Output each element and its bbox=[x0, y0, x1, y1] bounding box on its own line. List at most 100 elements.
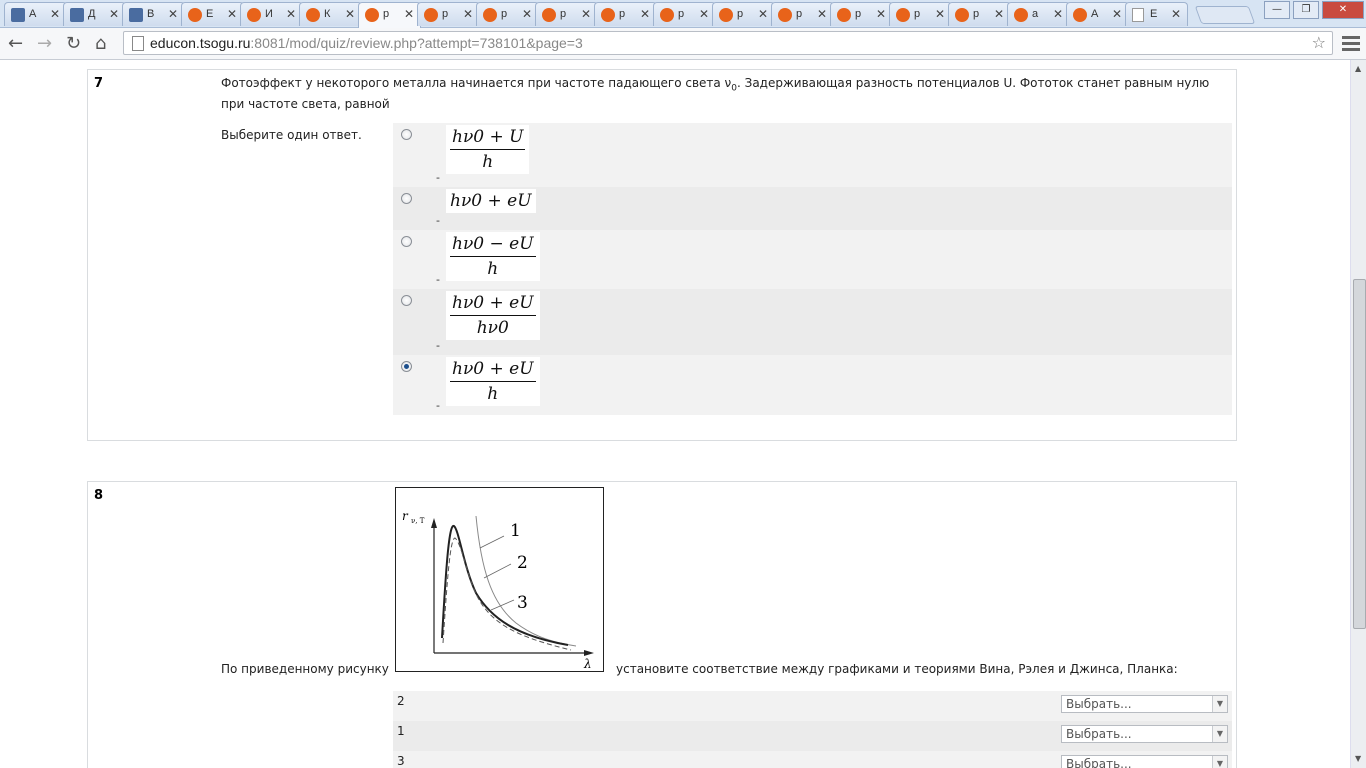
tab-close-icon[interactable]: ✕ bbox=[699, 7, 709, 21]
tab-label: И bbox=[265, 8, 273, 20]
browser-tab[interactable]: Д ✕ bbox=[63, 2, 126, 26]
tab-close-icon[interactable]: ✕ bbox=[168, 7, 178, 21]
tab-close-icon[interactable]: ✕ bbox=[345, 7, 355, 21]
browser-tab[interactable]: р ✕ bbox=[830, 2, 893, 26]
formula-denominator: h bbox=[487, 259, 499, 279]
tab-label: Е bbox=[1150, 8, 1158, 20]
tab-label: р bbox=[855, 8, 862, 20]
formula-denominator: h bbox=[482, 152, 494, 172]
browser-tab[interactable]: К ✕ bbox=[299, 2, 362, 26]
radiation-curves-figure: r ν, T λ 1 2 3 bbox=[395, 487, 604, 672]
tab-close-icon[interactable]: ✕ bbox=[876, 7, 886, 21]
browser-tab[interactable]: р ✕ bbox=[358, 2, 421, 28]
new-tab-button[interactable] bbox=[1194, 6, 1256, 24]
browser-tab[interactable]: р ✕ bbox=[535, 2, 598, 26]
answer-formula: hν0 + eU bbox=[446, 189, 536, 213]
forward-icon[interactable]: → bbox=[37, 33, 52, 54]
browser-tab[interactable]: Е ✕ bbox=[1125, 2, 1188, 26]
browser-tab[interactable]: В ✕ bbox=[122, 2, 185, 26]
chevron-down-icon[interactable]: ▼ bbox=[1212, 726, 1227, 742]
question-8: 8 По приведенному рисунку r ν, T λ 1 2 3 bbox=[87, 481, 1237, 768]
tab-favicon-icon bbox=[837, 8, 851, 22]
browser-tab[interactable]: р ✕ bbox=[653, 2, 716, 26]
y-axis-label-sub: ν, T bbox=[411, 517, 425, 525]
tab-close-icon[interactable]: ✕ bbox=[817, 7, 827, 21]
curve-3 bbox=[442, 537, 572, 651]
tab-close-icon[interactable]: ✕ bbox=[463, 7, 473, 21]
browser-tab[interactable]: И ✕ bbox=[240, 2, 303, 26]
match-select[interactable]: Выбрать... ▼ bbox=[1061, 755, 1228, 768]
tab-close-icon[interactable]: ✕ bbox=[286, 7, 296, 21]
chevron-down-icon[interactable]: ▼ bbox=[1212, 696, 1227, 712]
scroll-up-icon[interactable]: ▲ bbox=[1355, 64, 1361, 73]
browser-tab[interactable]: р ✕ bbox=[417, 2, 480, 26]
answer-radio[interactable] bbox=[401, 361, 412, 372]
tab-label: р bbox=[796, 8, 803, 20]
answer-option[interactable]: - hν0 + eU h bbox=[393, 355, 1232, 415]
tab-close-icon[interactable]: ✕ bbox=[109, 7, 119, 21]
reload-icon[interactable]: ↻ bbox=[66, 33, 81, 54]
tab-close-icon[interactable]: ✕ bbox=[581, 7, 591, 21]
tab-favicon-icon bbox=[719, 8, 733, 22]
tab-close-icon[interactable]: ✕ bbox=[1112, 7, 1122, 21]
tab-close-icon[interactable]: ✕ bbox=[1053, 7, 1063, 21]
browser-tab[interactable]: а ✕ bbox=[1007, 2, 1070, 26]
tab-close-icon[interactable]: ✕ bbox=[758, 7, 768, 21]
question-7: 7 Фотоэффект у некоторого металла начина… bbox=[87, 69, 1237, 441]
match-select[interactable]: Выбрать... ▼ bbox=[1061, 695, 1228, 713]
tab-close-icon[interactable]: ✕ bbox=[640, 7, 650, 21]
answer-marker: - bbox=[436, 214, 440, 227]
tab-favicon-icon bbox=[1014, 8, 1028, 22]
formula-numerator: hν0 + U bbox=[450, 127, 526, 150]
address-bar[interactable]: educon.tsogu.ru:8081/mod/quiz/review.php… bbox=[123, 31, 1333, 55]
tab-close-icon[interactable]: ✕ bbox=[50, 7, 60, 21]
answer-option[interactable]: - hν0 − eU h bbox=[393, 230, 1232, 289]
browser-tab[interactable]: р ✕ bbox=[712, 2, 775, 26]
answer-radio[interactable] bbox=[401, 129, 412, 140]
answer-marker: - bbox=[436, 171, 440, 184]
match-label: 1 bbox=[397, 724, 405, 738]
browser-tab[interactable]: р ✕ bbox=[771, 2, 834, 26]
maximize-button[interactable]: ❐ bbox=[1293, 1, 1319, 19]
question-text-after: установите соответствие между графиками … bbox=[616, 662, 1178, 676]
browser-tab[interactable]: р ✕ bbox=[948, 2, 1011, 26]
match-select[interactable]: Выбрать... ▼ bbox=[1061, 725, 1228, 743]
minimize-button[interactable]: — bbox=[1264, 1, 1290, 19]
browser-tab[interactable]: А ✕ bbox=[4, 2, 67, 26]
vertical-scrollbar[interactable]: ▲ ▼ bbox=[1350, 60, 1366, 768]
tab-label: р bbox=[442, 8, 449, 20]
answer-option[interactable]: - hν0 + eU hν0 bbox=[393, 289, 1232, 355]
answer-option[interactable]: - hν0 + Uh bbox=[393, 123, 1232, 187]
browser-tab[interactable]: А ✕ bbox=[1066, 2, 1129, 26]
tab-close-icon[interactable]: ✕ bbox=[227, 7, 237, 21]
menu-icon[interactable] bbox=[1342, 33, 1360, 54]
question-number: 7 bbox=[94, 76, 104, 91]
tab-close-icon[interactable]: ✕ bbox=[935, 7, 945, 21]
chevron-down-icon[interactable]: ▼ bbox=[1212, 756, 1227, 768]
browser-tab[interactable]: р ✕ bbox=[594, 2, 657, 26]
answer-radio[interactable] bbox=[401, 236, 412, 247]
tab-favicon-icon bbox=[129, 8, 143, 22]
answer-option[interactable]: - hν0 + eU bbox=[393, 187, 1232, 230]
home-icon[interactable]: ⌂ bbox=[95, 33, 106, 54]
tab-favicon-icon bbox=[955, 8, 969, 22]
scrollbar-thumb[interactable] bbox=[1353, 279, 1366, 629]
back-icon[interactable]: ← bbox=[8, 33, 23, 54]
answer-radio[interactable] bbox=[401, 295, 412, 306]
tab-close-icon[interactable]: ✕ bbox=[1171, 7, 1181, 21]
tab-close-icon[interactable]: ✕ bbox=[994, 7, 1004, 21]
tab-strip: А ✕ Д ✕ В ✕ Е ✕ И ✕ К ✕ р ✕ р ✕ р ✕ р ✕ р ✕ р ✕ р ✕ р ✕ р ✕ р ✕ р ✕ а ✕ А ✕ Е ✕… bbox=[0, 0, 1366, 28]
browser-tab[interactable]: Е ✕ bbox=[181, 2, 244, 26]
answer-radio[interactable] bbox=[401, 193, 412, 204]
curve-label: 3 bbox=[517, 593, 528, 613]
browser-tab[interactable]: р ✕ bbox=[476, 2, 539, 26]
browser-tab[interactable]: р ✕ bbox=[889, 2, 952, 26]
bookmark-star-icon[interactable]: ☆ bbox=[1312, 33, 1326, 52]
tab-favicon-icon bbox=[247, 8, 261, 22]
match-label: 2 bbox=[397, 694, 405, 708]
close-window-button[interactable]: ✕ bbox=[1322, 1, 1364, 19]
tab-close-icon[interactable]: ✕ bbox=[522, 7, 532, 21]
tab-close-icon[interactable]: ✕ bbox=[404, 7, 414, 21]
scroll-down-icon[interactable]: ▼ bbox=[1355, 754, 1361, 763]
formula-expression: hν0 + eU bbox=[450, 191, 532, 211]
